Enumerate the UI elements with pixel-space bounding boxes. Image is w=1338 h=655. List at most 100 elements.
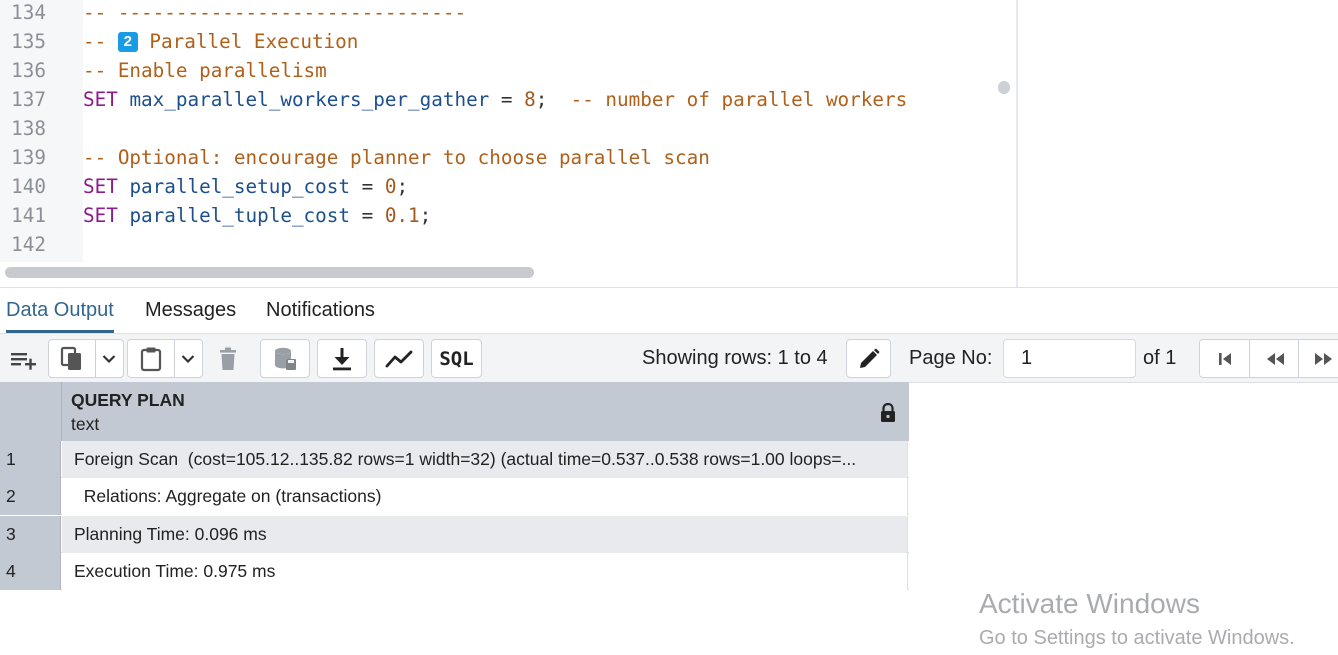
delete-row-button[interactable]	[205, 339, 251, 378]
table-row[interactable]: 2 Relations: Aggregate on (transactions)	[0, 478, 909, 515]
tab-messages[interactable]: Messages	[145, 288, 236, 332]
save-data-button[interactable]	[260, 339, 310, 378]
code-line[interactable]: 141 SET parallel_tuple_cost = 0.1;	[0, 201, 992, 230]
code-line[interactable]: 142	[0, 230, 992, 259]
sql-comment: --	[83, 30, 118, 53]
sql-identifier: parallel_tuple_cost	[129, 204, 350, 227]
table-row[interactable]: 1 Foreign Scan (cost=105.12..135.82 rows…	[0, 441, 909, 478]
edit-rows-button[interactable]	[846, 339, 891, 378]
lock-icon	[881, 403, 895, 422]
sql-icon: SQL	[439, 347, 474, 370]
download-button[interactable]	[317, 339, 367, 378]
code-line[interactable]: 136 -- Enable parallelism	[0, 56, 992, 85]
editor-vertical-scrollbar-thumb[interactable]	[998, 81, 1010, 94]
sql-operator: ;	[419, 204, 432, 227]
first-page-icon	[1218, 352, 1231, 365]
paste-button[interactable]	[128, 340, 175, 377]
activate-windows-subtitle: Go to Settings to activate Windows.	[979, 627, 1295, 649]
results-tab-bar: Data Output Messages Notifications	[0, 287, 1338, 334]
code-line[interactable]: 140 SET parallel_setup_cost = 0;	[0, 172, 992, 201]
sql-number: 8	[524, 88, 536, 111]
query-plan-cell[interactable]: Relations: Aggregate on (transactions)	[62, 478, 908, 515]
tab-notifications[interactable]: Notifications	[266, 288, 375, 332]
rows-count-label: Showing rows: 1 to 4	[642, 347, 828, 369]
row-number[interactable]: 2	[0, 478, 61, 515]
code-text: -- Enable parallelism	[83, 56, 327, 85]
query-plan-cell[interactable]: Foreign Scan (cost=105.12..135.82 rows=1…	[62, 441, 908, 478]
query-plan-cell[interactable]: Execution Time: 0.975 ms	[62, 553, 908, 590]
sql-keyword: SET	[83, 88, 118, 111]
code-line[interactable]: 137 SET max_parallel_workers_per_gather =…	[0, 85, 992, 114]
graph-visualiser-button[interactable]	[374, 339, 424, 378]
tab-data-output[interactable]: Data Output	[6, 288, 114, 333]
code-line[interactable]: 135 -- 2 Parallel Execution	[0, 27, 992, 56]
sql-number: 0	[384, 175, 397, 198]
previous-page-button[interactable]	[1249, 340, 1299, 377]
sql-keyword: SET	[83, 175, 118, 198]
data-output-toolbar: SQL Showing rows: 1 to 4 Page No: 1 of 1	[0, 333, 1338, 383]
sql-operator: =	[350, 204, 385, 227]
line-number: 140	[11, 175, 46, 198]
sql-keyword: SET	[83, 204, 118, 227]
copy-button-group	[48, 339, 124, 378]
query-plan-cell[interactable]: Planning Time: 0.096 ms	[62, 516, 908, 553]
download-icon	[333, 347, 351, 370]
graph-icon	[385, 350, 413, 367]
editor-side-pane	[992, 0, 1338, 287]
sql-comment: -- Enable parallelism	[83, 59, 327, 82]
next-page-icon	[1314, 352, 1332, 365]
sql-operator	[118, 88, 130, 111]
delete-icon	[220, 347, 236, 370]
code-line[interactable]: 138	[0, 114, 992, 143]
first-page-button[interactable]	[1200, 340, 1249, 377]
chevron-down-icon	[103, 354, 116, 363]
pencil-icon	[859, 348, 879, 368]
row-number[interactable]: 4	[0, 553, 61, 590]
sql-comment: -- number of parallel workers	[570, 88, 908, 111]
row-number[interactable]: 3	[0, 516, 61, 553]
select-all-cell[interactable]	[0, 382, 62, 441]
sql-operator: =	[489, 88, 525, 111]
line-number: 139	[11, 146, 46, 169]
sql-operator: ;	[396, 175, 409, 198]
sql-operator	[118, 175, 130, 198]
page-count-label: of 1	[1143, 347, 1177, 369]
sql-comment: Parallel Execution	[137, 30, 359, 53]
code-text: -- ------------------------------	[83, 0, 466, 27]
column-header-type: text	[71, 414, 100, 434]
line-number: 138	[11, 117, 46, 140]
column-header-name[interactable]: QUERY PLAN	[71, 390, 185, 411]
line-number: 137	[11, 88, 46, 111]
sql-button[interactable]: SQL	[431, 339, 482, 378]
sql-number: 0.1	[384, 204, 420, 227]
paste-button-group	[127, 339, 203, 378]
code-text: SET max_parallel_workers_per_gather = 8;…	[83, 85, 907, 114]
copy-button[interactable]	[49, 340, 96, 377]
code-text: -- 2 Parallel Execution	[83, 27, 358, 56]
paste-icon	[140, 347, 161, 371]
copy-icon	[60, 346, 81, 370]
row-number[interactable]: 1	[0, 441, 61, 478]
paste-options-dropdown[interactable]	[175, 340, 202, 377]
table-row[interactable]: 3 Planning Time: 0.096 ms	[0, 516, 909, 553]
code-text: -- Optional: encourage planner to choose…	[83, 143, 710, 172]
code-line[interactable]: 134 -- ------------------------------	[0, 0, 992, 27]
save-data-icon	[275, 347, 296, 370]
sql-identifier: max_parallel_workers_per_gather	[129, 88, 490, 111]
pane-divider[interactable]	[1016, 0, 1018, 287]
page-number-input[interactable]: 1	[1003, 339, 1136, 378]
sql-identifier: parallel_setup_cost	[129, 175, 350, 198]
sql-comment: -- Optional: encourage planner to choose…	[83, 146, 710, 169]
page-no-label: Page No:	[909, 347, 993, 369]
copy-options-dropdown[interactable]	[96, 340, 123, 377]
add-row-button[interactable]	[0, 339, 46, 378]
previous-page-icon	[1266, 352, 1284, 365]
line-number: 142	[11, 233, 46, 256]
table-row[interactable]: 4 Execution Time: 0.975 ms	[0, 553, 909, 590]
code-line[interactable]: 139 -- Optional: encourage planner to cho…	[0, 143, 992, 172]
add-row-icon	[11, 352, 36, 370]
editor-horizontal-scrollbar-thumb[interactable]	[5, 267, 534, 278]
sql-editor[interactable]: 134 -- ------------------------------ 135 -…	[0, 0, 992, 262]
next-page-button[interactable]	[1298, 340, 1338, 377]
code-text: SET parallel_setup_cost = 0;	[83, 172, 408, 201]
